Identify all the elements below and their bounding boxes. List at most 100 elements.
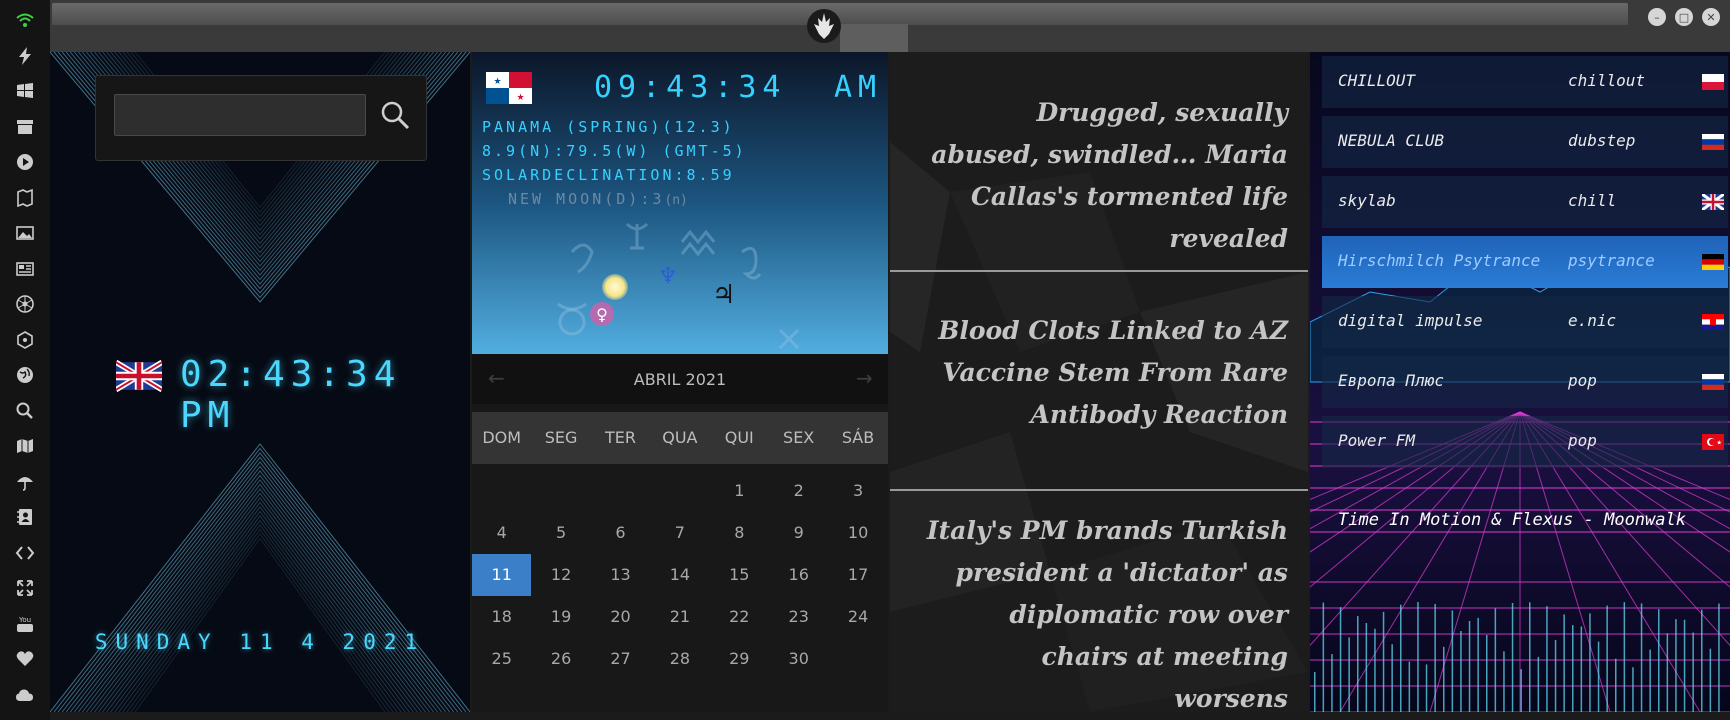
calendar-day[interactable]: 29 bbox=[710, 638, 769, 680]
venus-marker: ♀ bbox=[590, 302, 614, 326]
youtube-icon[interactable]: You bbox=[13, 612, 37, 636]
calendar-day[interactable]: 25 bbox=[472, 638, 531, 680]
search-icon[interactable] bbox=[378, 98, 412, 132]
croatia-flag-icon bbox=[1702, 314, 1724, 330]
calendar-day[interactable]: 2 bbox=[769, 470, 828, 512]
zodiac-background bbox=[557, 222, 800, 350]
now-playing-track: Time In Motion & Flexus - Moonwalk bbox=[1338, 510, 1686, 530]
calendar-day[interactable]: 23 bbox=[769, 596, 828, 638]
station-genre: pop bbox=[1568, 431, 1597, 450]
calendar-day[interactable]: 9 bbox=[769, 512, 828, 554]
news-headline[interactable]: Blood Clots Linked to AZ Vaccine Stem Fr… bbox=[890, 310, 1308, 436]
panama-flag-icon: ★ ★ bbox=[486, 72, 532, 104]
wifi-icon[interactable] bbox=[13, 8, 37, 32]
svg-text:★: ★ bbox=[516, 93, 524, 103]
uk-flag-icon bbox=[116, 360, 162, 392]
station-genre: chill bbox=[1568, 191, 1617, 210]
calendar-day[interactable]: 21 bbox=[650, 596, 709, 638]
station-name: skylab bbox=[1338, 191, 1396, 210]
calendar-day[interactable]: 4 bbox=[472, 512, 531, 554]
svg-text:★: ★ bbox=[493, 77, 501, 87]
calendar-day[interactable]: 19 bbox=[531, 596, 590, 638]
calendar-day[interactable]: 27 bbox=[591, 638, 650, 680]
expand-icon[interactable] bbox=[13, 576, 37, 600]
cloud-icon[interactable] bbox=[13, 683, 37, 707]
minimize-button[interactable]: – bbox=[1648, 8, 1666, 26]
astro-declination: SOLARDECLINATION:8.59 bbox=[482, 166, 735, 184]
news-headline[interactable]: Italy's PM brands Turkish president a 'd… bbox=[890, 510, 1308, 712]
heart-icon[interactable] bbox=[13, 647, 37, 671]
contacts-icon[interactable] bbox=[13, 505, 37, 529]
news-icon[interactable] bbox=[13, 257, 37, 281]
weekday-label: QUA bbox=[662, 428, 698, 447]
calendar-day[interactable]: 3 bbox=[828, 470, 887, 512]
weekday-label: SÁB bbox=[841, 428, 875, 447]
rebel-alliance-icon bbox=[807, 9, 841, 43]
station-name: Power FM bbox=[1338, 431, 1416, 450]
map-book-icon[interactable] bbox=[13, 186, 37, 210]
atom-icon[interactable] bbox=[13, 292, 37, 316]
poland-flag-icon bbox=[1702, 74, 1724, 90]
calendar-day[interactable]: 8 bbox=[710, 512, 769, 554]
weekday-label: QUI bbox=[724, 428, 754, 447]
calendar-month: ABRIL 2021 bbox=[633, 370, 727, 389]
moon-phase-text: NEW MOON(D):3 bbox=[508, 190, 665, 208]
globe-icon[interactable] bbox=[13, 363, 37, 387]
logo-tab[interactable] bbox=[840, 24, 908, 52]
station-row[interactable]: NEBULA CLUB dubstep bbox=[1322, 116, 1728, 168]
calendar-day[interactable]: 1 bbox=[710, 470, 769, 512]
calendar-day[interactable]: 6 bbox=[591, 512, 650, 554]
calendar-day[interactable]: 16 bbox=[769, 554, 828, 596]
station-row[interactable]: skylab chill bbox=[1322, 176, 1728, 228]
sun-marker bbox=[602, 274, 628, 300]
calendar-day[interactable]: 5 bbox=[531, 512, 590, 554]
jupiter-marker: ♃ bbox=[712, 280, 736, 310]
calendar-day[interactable]: 26 bbox=[531, 638, 590, 680]
station-row[interactable]: CHILLOUT chillout bbox=[1322, 56, 1728, 108]
calendar-day[interactable]: 18 bbox=[472, 596, 531, 638]
maximize-button[interactable]: □ bbox=[1675, 8, 1693, 26]
map-icon[interactable] bbox=[13, 434, 37, 458]
station-row[interactable]: Европа Плюс pop bbox=[1322, 356, 1728, 408]
calendar-day[interactable]: 14 bbox=[650, 554, 709, 596]
calendar-day[interactable]: 22 bbox=[710, 596, 769, 638]
remote-time: 09:43:34 bbox=[594, 70, 787, 105]
station-name: NEBULA CLUB bbox=[1338, 131, 1444, 150]
station-name: digital impulse bbox=[1338, 311, 1483, 330]
calendar-day[interactable]: 30 bbox=[769, 638, 828, 680]
search-input[interactable] bbox=[114, 94, 366, 136]
code-icon[interactable] bbox=[13, 541, 37, 565]
calendar-day[interactable]: 24 bbox=[828, 596, 887, 638]
calendar-day-today[interactable]: 11 bbox=[472, 554, 532, 596]
station-row[interactable]: Power FM pop ★ bbox=[1322, 416, 1728, 468]
news-divider bbox=[890, 489, 1308, 491]
next-month-button[interactable]: → bbox=[856, 366, 873, 390]
calendar-day[interactable]: 13 bbox=[591, 554, 650, 596]
calendar-day[interactable]: 17 bbox=[828, 554, 887, 596]
image-icon[interactable] bbox=[13, 221, 37, 245]
calendar-day[interactable]: 12 bbox=[531, 554, 590, 596]
news-headline[interactable]: Drugged, sexually abused, swindled… Mari… bbox=[890, 92, 1308, 260]
uk-flag-icon bbox=[1702, 194, 1724, 210]
calendar-widget: ← ABRIL 2021 → DOM SEG TER QUA QUI SEX S… bbox=[472, 354, 888, 712]
calendar-day[interactable]: 28 bbox=[650, 638, 709, 680]
molecule-icon[interactable] bbox=[13, 328, 37, 352]
station-row[interactable]: digital impulse e.nic bbox=[1322, 296, 1728, 348]
archive-icon[interactable] bbox=[13, 115, 37, 139]
weekday-label: DOM bbox=[482, 428, 522, 447]
play-icon[interactable] bbox=[13, 150, 37, 174]
umbrella-icon[interactable] bbox=[13, 470, 37, 494]
station-genre: chillout bbox=[1568, 71, 1646, 90]
calendar-day[interactable]: 15 bbox=[710, 554, 769, 596]
calendar-day[interactable]: 20 bbox=[591, 596, 650, 638]
station-name: Hirschmilch Psytrance bbox=[1338, 251, 1541, 270]
calendar-day[interactable]: 7 bbox=[650, 512, 709, 554]
search-icon[interactable] bbox=[13, 399, 37, 423]
calendar-day[interactable]: 10 bbox=[828, 512, 887, 554]
close-button[interactable]: ✕ bbox=[1702, 8, 1720, 26]
station-row-active[interactable]: Hirschmilch Psytrance psytrance bbox=[1322, 236, 1728, 288]
svg-text:★: ★ bbox=[1717, 440, 1722, 447]
bolt-icon[interactable] bbox=[13, 44, 37, 68]
windows-icon[interactable] bbox=[13, 79, 37, 103]
weekday-label: TER bbox=[604, 428, 636, 447]
